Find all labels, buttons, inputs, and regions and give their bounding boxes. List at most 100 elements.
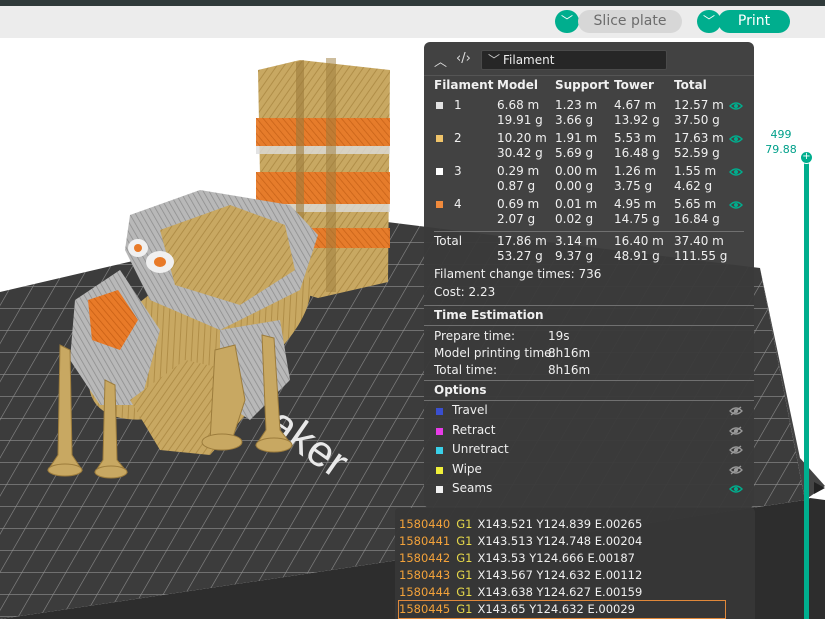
col-support: Support — [555, 78, 610, 92]
visibility-eye-icon[interactable] — [729, 166, 743, 176]
filament-model-weight: 0.87 g — [497, 179, 536, 193]
visibility-eye-icon[interactable] — [729, 199, 743, 209]
gcode-command: G1 — [456, 568, 473, 582]
filament-model-weight: 2.07 g — [497, 212, 536, 226]
filament-color-swatch — [436, 102, 443, 109]
gcode-line-number: 1580443 — [399, 568, 451, 582]
model-print-time-label: Model printing time: — [434, 346, 556, 360]
total-support-wt: 9.37 g — [555, 249, 594, 263]
filament-model-weight: 30.42 g — [497, 146, 543, 160]
option-label: Unretract — [452, 442, 509, 456]
option-color-swatch — [436, 486, 443, 493]
total-tower-wt: 48.91 g — [614, 249, 660, 263]
gcode-command: G1 — [456, 551, 473, 565]
gcode-line[interactable]: 1580445 G1 X143.65 Y124.632 E.00029 — [398, 600, 726, 619]
col-tower: Tower — [614, 78, 654, 92]
option-color-swatch — [436, 447, 443, 454]
filament-id: 4 — [454, 197, 462, 211]
total-total-wt: 111.55 g — [674, 249, 728, 263]
filament-color-swatch — [436, 168, 443, 175]
gcode-args: X143.65 Y124.632 E.00029 — [477, 602, 635, 616]
filament-change-times: Filament change times: 736 — [434, 267, 602, 281]
time-estimation-title: Time Estimation — [434, 308, 544, 322]
model-print-time-value: 8h16m — [548, 346, 591, 360]
section-divider — [424, 325, 754, 326]
filament-total-weight: 37.50 g — [674, 113, 720, 127]
option-color-swatch — [436, 427, 443, 435]
col-model: Model — [497, 78, 539, 92]
col-total: Total — [674, 78, 707, 92]
filament-id: 3 — [454, 164, 462, 178]
header-divider — [424, 75, 754, 76]
layer-slider-handle[interactable]: + — [800, 151, 813, 164]
title-strip — [0, 0, 825, 6]
hidden-eye-icon[interactable] — [729, 464, 743, 475]
gcode-args: X143.53 Y124.666 E.00187 — [477, 551, 635, 565]
filament-id: 2 — [454, 131, 462, 145]
filament-model-weight: 19.91 g — [497, 113, 543, 127]
gcode-args: X143.567 Y124.632 E.00112 — [477, 568, 643, 582]
gcode-viewer[interactable]: 1580440 G1 X143.521 Y124.839 E.00265 158044… — [395, 508, 755, 619]
filament-tower-weight: 14.75 g — [614, 212, 660, 226]
gcode-line[interactable]: 1580444 G1 X143.638 Y124.627 E.00159 — [399, 584, 642, 601]
code-view-icon[interactable]: ‹/› — [456, 51, 471, 66]
filament-color-swatch — [436, 201, 443, 208]
filament-tower-weight: 13.92 g — [614, 113, 660, 127]
filament-total-weight: 4.62 g — [674, 179, 713, 193]
visibility-eye-icon[interactable] — [729, 100, 743, 110]
prepare-time-value: 19s — [548, 329, 570, 343]
filament-support-weight: 3.66 g — [555, 113, 594, 127]
total-label: Total — [434, 234, 463, 248]
collapse-icon[interactable]: ︿ — [434, 51, 447, 70]
gcode-command: G1 — [456, 534, 473, 548]
filament-id: 1 — [454, 98, 462, 112]
slice-plate-button[interactable]: Slice plate — [578, 10, 682, 33]
total-model-wt: 53.27 g — [497, 249, 543, 263]
gcode-command: G1 — [456, 602, 473, 616]
total-divider — [434, 231, 744, 232]
gcode-args: X143.521 Y124.839 E.00265 — [477, 517, 643, 531]
gcode-line[interactable]: 1580443 G1 X143.567 Y124.632 E.00112 — [399, 567, 642, 584]
hidden-eye-icon[interactable] — [729, 444, 743, 455]
filament-support-weight: 0.02 g — [555, 212, 594, 226]
chevron-down-icon: ﹀ — [702, 14, 715, 28]
options-title: Options — [434, 383, 487, 397]
gcode-line-number: 1580444 — [399, 585, 451, 599]
filament-color-swatch — [436, 135, 443, 142]
section-divider — [424, 380, 754, 381]
filament-support-weight: 5.69 g — [555, 146, 594, 160]
option-color-swatch — [436, 466, 443, 474]
layer-number-label: 499 — [760, 128, 802, 141]
option-label: Retract — [452, 422, 496, 437]
layer-slider-track[interactable] — [804, 160, 809, 619]
chevron-down-icon: ﹀ — [488, 53, 501, 67]
gcode-line[interactable]: 1580440 G1 X143.521 Y124.839 E.00265 — [399, 516, 642, 533]
layer-height-label: 79.88 — [760, 143, 802, 156]
prepare-time-label: Prepare time: — [434, 329, 516, 343]
gcode-command: G1 — [456, 517, 473, 531]
chevron-down-icon: ﹀ — [560, 14, 573, 28]
view-type-dropdown[interactable]: ﹀ Filament — [481, 50, 667, 70]
filament-tower-weight: 3.75 g — [614, 179, 653, 193]
section-divider — [424, 305, 754, 306]
option-label: Wipe — [452, 461, 482, 476]
option-label: Seams — [452, 481, 493, 495]
total-time-value: 8h16m — [548, 363, 591, 377]
slice-stats-panel: ︿ ‹/› ﹀ Filament Filament Model Support … — [424, 42, 754, 508]
filament-support-weight: 0.00 g — [555, 179, 594, 193]
filament-total-weight: 52.59 g — [674, 146, 720, 160]
visibility-eye-icon[interactable] — [729, 133, 743, 143]
gcode-line[interactable]: 1580442 G1 X143.53 Y124.666 E.00187 — [399, 550, 635, 567]
gcode-line[interactable]: 1580441 G1 X143.513 Y124.748 E.00204 — [399, 533, 642, 550]
option-label: Travel — [452, 403, 488, 417]
cost-value: Cost: 2.23 — [434, 285, 496, 299]
gcode-args: X143.638 Y124.627 E.00159 — [477, 585, 643, 599]
filament-tower-weight: 16.48 g — [614, 146, 660, 160]
visibility-eye-icon[interactable] — [729, 483, 743, 493]
hidden-eye-icon[interactable] — [729, 425, 743, 436]
gcode-line-number: 1580440 — [399, 517, 451, 531]
slice-dropdown-button[interactable]: ﹀ — [555, 10, 579, 33]
hidden-eye-icon[interactable] — [729, 405, 743, 416]
gcode-line-number: 1580442 — [399, 551, 451, 565]
print-button[interactable]: Print — [718, 10, 790, 33]
